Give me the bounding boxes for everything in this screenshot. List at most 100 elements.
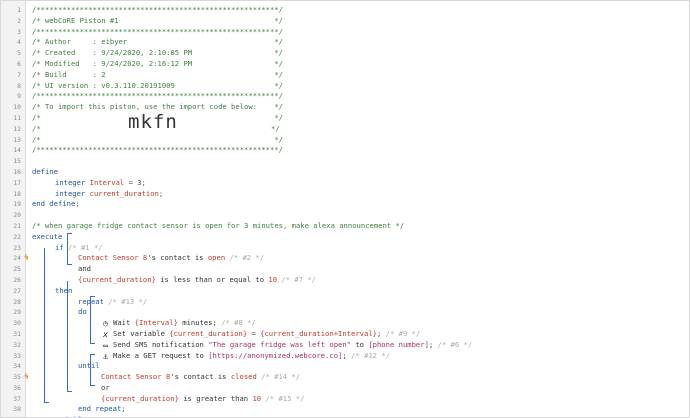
code-token: {Interval} xyxy=(134,318,178,328)
code-token: define xyxy=(32,166,58,176)
code-token: repeat xyxy=(78,296,104,306)
code-line: 8 /* UI version : v0.3.110.20191009 */ xyxy=(1,81,689,92)
code-line: 28 repeat /* #13 */ xyxy=(1,297,689,308)
code-token: integer xyxy=(55,188,86,198)
line-number: 36 xyxy=(13,383,21,392)
code-line: 16 define xyxy=(1,167,689,178)
code-text: Send SMS notification "The garage fridge… xyxy=(113,340,472,351)
line-number: 11 xyxy=(13,113,21,122)
code-text: Contact Sensor 8's contact is closed /* … xyxy=(101,372,300,383)
code-token: /* #7 */ xyxy=(277,274,317,284)
code-token: /* #12 */ xyxy=(346,350,390,360)
code-token: end define; xyxy=(32,199,80,209)
code-text: /***************************************… xyxy=(32,91,283,102)
code-text: {current_duration} is greater than 10 /*… xyxy=(101,394,304,405)
code-line: 31 Set variable {current_duration} = {cur… xyxy=(1,329,689,340)
code-token: if xyxy=(55,242,64,252)
code-line: 23 if /* #1 */ xyxy=(1,243,689,254)
line-number: 33 xyxy=(13,351,21,360)
code-line: 33 Make a GET request to [https://anonymi… xyxy=(1,351,689,362)
piston-code-editor: 1 /**************************************… xyxy=(0,0,690,418)
code-line: 27 then xyxy=(1,286,689,297)
line-number: 5 xyxy=(17,49,21,58)
code-line: 37 {current_duration} is greater than 10 … xyxy=(1,394,689,405)
code-text: /***************************************… xyxy=(32,27,283,38)
line-number: 20 xyxy=(13,211,21,220)
code-token: Wait xyxy=(113,318,135,328)
line-number: 15 xyxy=(13,157,21,166)
code-line: 7 /* Build : 2 */ xyxy=(1,70,689,81)
code-line: 12 /* mkfn */ xyxy=(1,112,689,135)
code-token: [https://anonymized.webcore.co] xyxy=(208,350,343,360)
code-line: 19 end define; xyxy=(1,199,689,210)
code-text: repeat /* #13 */ xyxy=(78,297,147,308)
code-text: /***************************************… xyxy=(32,145,283,156)
code-token: then xyxy=(55,285,73,295)
code-token: {current_duration+Interval} xyxy=(260,328,377,338)
code-token: do xyxy=(78,307,87,317)
code-text: /* UI version : v0.3.110.20191009 */ xyxy=(32,81,283,92)
line-number: 18 xyxy=(13,189,21,198)
comment-text: /***************************************… xyxy=(32,26,283,36)
message-icon: ▭ xyxy=(103,340,108,350)
code-token: minutes; xyxy=(177,318,217,328)
code-line: 24 Contact Sensor 8's contact is open /* … xyxy=(1,253,689,264)
code-text: if /* #1 */ xyxy=(55,243,103,254)
code-line: 1 /**************************************… xyxy=(1,5,689,16)
code-text: and xyxy=(78,264,91,275)
code-token: "The garage fridge was left open" xyxy=(208,339,352,349)
code-token: Set variable xyxy=(113,328,170,338)
lightning-icon: ϟ xyxy=(24,372,29,382)
code-line: 15 xyxy=(1,156,689,167)
code-line: 3 /**************************************… xyxy=(1,27,689,38)
code-line: 14 /*************************************… xyxy=(1,145,689,156)
comment-text: /* Build : 2 */ xyxy=(32,69,283,79)
code-token: or xyxy=(101,382,110,392)
code-text: define xyxy=(32,167,58,178)
code-token: /* #2 */ xyxy=(225,253,265,263)
code-line: 5 /* Created : 9/24/2020, 2:10:05 PM */ xyxy=(1,48,689,59)
code-text: end repeat; xyxy=(78,404,126,415)
code-token: until xyxy=(78,361,100,371)
code-token: {current_duration} xyxy=(101,393,179,403)
comment-text: /* xyxy=(32,123,41,133)
code-token: to xyxy=(351,339,369,349)
code-token: /* when garage fridge contact sensor is … xyxy=(32,220,405,230)
line-number: 4 xyxy=(17,38,21,47)
line-number: 27 xyxy=(13,286,21,295)
code-token: end repeat; xyxy=(78,404,126,414)
line-number: 38 xyxy=(13,405,21,414)
code-token: ; xyxy=(158,188,164,198)
code-text: /* Author : eibyer */ xyxy=(32,37,283,48)
comment-text: /* Created : 9/24/2020, 2:10:05 PM */ xyxy=(32,48,283,58)
code-token: 10 xyxy=(252,393,262,403)
line-number: 9 xyxy=(17,92,21,101)
code-line: 25 and xyxy=(1,264,689,275)
code-text: /* Build : 2 */ xyxy=(32,70,283,81)
line-number: 7 xyxy=(17,70,21,79)
code-token: /* #14 */ xyxy=(256,372,301,382)
code-text: /* when garage fridge contact sensor is … xyxy=(32,221,404,232)
line-number: 6 xyxy=(17,59,21,68)
code-token: Interval xyxy=(89,177,125,187)
code-line: 29 do xyxy=(1,307,689,318)
code-token: 10 xyxy=(268,274,278,284)
comment-text: /* webCoRE Piston #1 */ xyxy=(32,15,283,25)
code-token: = xyxy=(247,328,261,338)
code-text: Wait {Interval} minutes; /* #8 */ xyxy=(113,318,256,329)
line-number: 23 xyxy=(13,243,21,252)
code-token: 's contact is xyxy=(170,372,231,382)
line-number: 26 xyxy=(13,275,21,284)
code-token: closed xyxy=(230,372,257,382)
code-text: /* */ xyxy=(32,135,283,146)
line-number: 1 xyxy=(17,6,21,14)
code-line: 35 Contact Sensor 8's contact is closed /… xyxy=(1,372,689,383)
code-text: /* Modified : 9/24/2020, 2:16:12 PM */ xyxy=(32,59,283,70)
comment-text: */ xyxy=(271,123,280,133)
line-number: 32 xyxy=(13,340,21,349)
code-token: and xyxy=(78,264,91,274)
code-text: until xyxy=(78,361,100,372)
code-line: 17 integer Interval = 3; xyxy=(1,178,689,189)
line-number: 14 xyxy=(13,146,21,155)
import-code: mkfn xyxy=(128,110,178,133)
